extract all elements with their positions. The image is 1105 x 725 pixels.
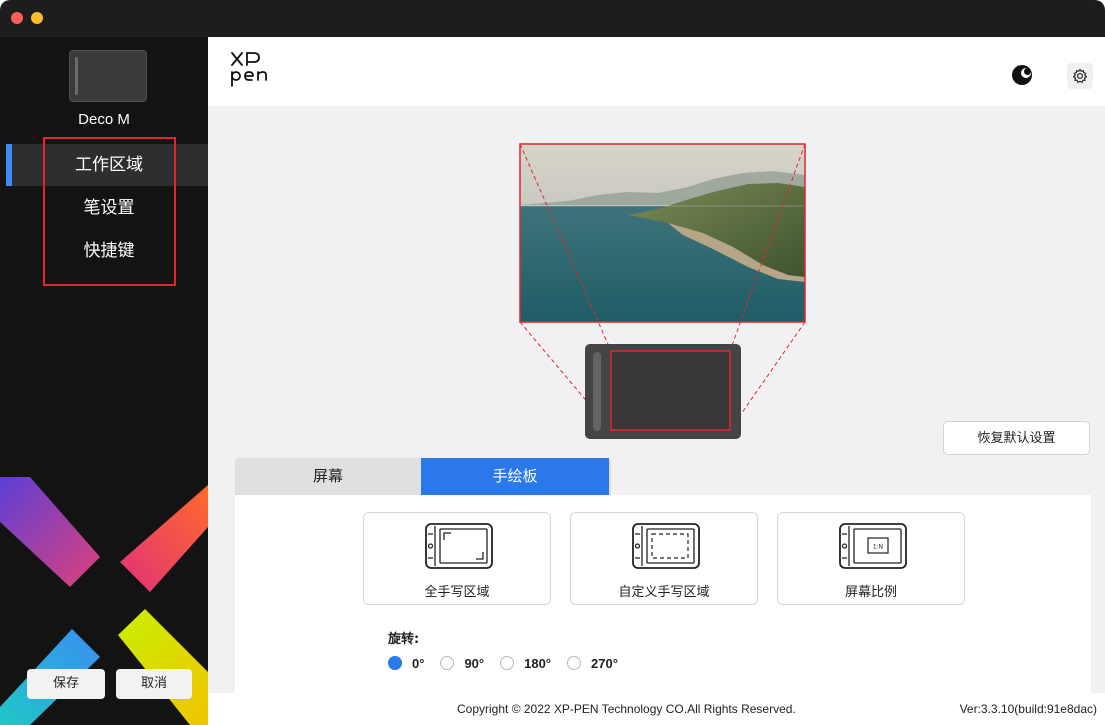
tab-screen[interactable]: 屏幕 <box>235 458 421 495</box>
reset-defaults-button[interactable]: 恢复默认设置 <box>943 421 1090 455</box>
rotation-options: 0° 90° 180° 270° <box>388 653 634 673</box>
rotation-90-label: 90° <box>464 655 485 671</box>
radio-dot <box>500 656 515 670</box>
window-titlebar <box>0 0 1105 37</box>
rotation-180-radio[interactable]: 180° <box>500 656 551 671</box>
radio-selected-dot <box>388 656 402 670</box>
area-tabs: 屏幕 手绘板 <box>235 458 611 495</box>
device-express-key-strip <box>75 57 78 95</box>
radio-dot <box>567 656 581 670</box>
version-text: Ver:3.3.10(build:91e8dac) <box>959 702 1097 716</box>
tablet-preview <box>585 344 741 439</box>
save-button[interactable]: 保存 <box>27 669 105 699</box>
rotation-180-label: 180° <box>524 655 551 671</box>
rotation-0-label: 0° <box>412 655 425 671</box>
main-content: 恢复默认设置 屏幕 手绘板 全手写区域 自定义手写区域 1:N 屏幕比例 旋转:… <box>208 37 1105 725</box>
device-name: Deco M <box>78 111 130 128</box>
footer: Copyright © 2022 XP-PEN Technology CO.Al… <box>208 693 1105 725</box>
screen-ratio-button[interactable]: 1:N 屏幕比例 <box>777 512 965 605</box>
screen-ratio-icon-text: 1:N <box>873 544 883 551</box>
radio-dot <box>440 656 455 670</box>
screen-preview <box>519 143 806 323</box>
rotation-270-label: 270° <box>591 655 618 671</box>
rotation-0-radio[interactable]: 0° <box>388 656 424 671</box>
full-area-label: 全手写区域 <box>424 585 490 600</box>
screen-ratio-label: 屏幕比例 <box>844 585 897 600</box>
custom-area-icon <box>632 523 700 569</box>
xp-pen-logo-icon <box>231 52 267 87</box>
rotation-270-radio[interactable]: 270° <box>567 656 618 671</box>
custom-area-label: 自定义手写区域 <box>618 585 710 600</box>
cancel-button[interactable]: 取消 <box>116 669 192 699</box>
tablet-settings-panel: 全手写区域 自定义手写区域 1:N 屏幕比例 旋转: 0° 90° 180° 2… <box>235 495 1091 693</box>
rotation-label: 旋转: <box>388 632 420 647</box>
close-window-button[interactable] <box>11 12 23 24</box>
area-mapping-preview <box>519 143 806 439</box>
header <box>208 37 1105 106</box>
custom-area-button[interactable]: 自定义手写区域 <box>570 512 758 605</box>
tab-tablet[interactable]: 手绘板 <box>421 458 609 495</box>
rotation-90-radio[interactable]: 90° <box>440 656 484 671</box>
full-area-icon <box>425 523 493 569</box>
device-thumbnail[interactable] <box>69 50 147 102</box>
gear-icon <box>1072 68 1088 84</box>
settings-button[interactable] <box>1067 63 1093 89</box>
sidebar: Deco M 工作区域 笔设置 快捷键 保存 取消 <box>0 37 208 725</box>
minimize-window-button[interactable] <box>31 12 43 24</box>
screen-ratio-icon: 1:N <box>839 523 907 569</box>
copyright-text: Copyright © 2022 XP-PEN Technology CO.Al… <box>457 702 796 716</box>
theme-icon[interactable] <box>1011 64 1033 86</box>
nav-highlight-box <box>43 137 176 286</box>
full-area-button[interactable]: 全手写区域 <box>363 512 551 605</box>
